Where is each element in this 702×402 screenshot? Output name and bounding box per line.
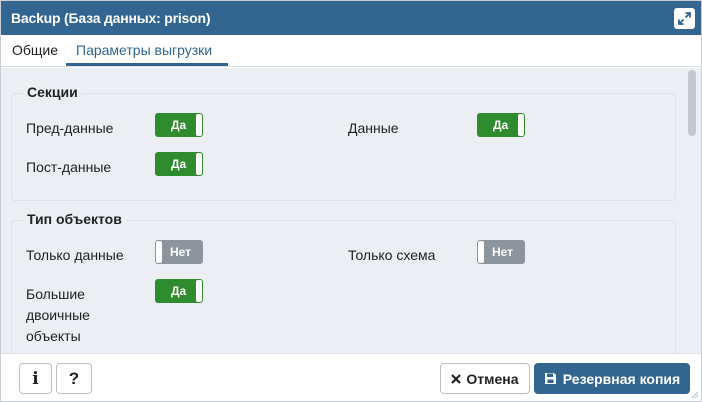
post-data-toggle-text: Да xyxy=(171,157,187,171)
expand-icon xyxy=(678,12,691,25)
blobs-toggle[interactable]: Да xyxy=(155,279,203,303)
pre-data-toggle-text: Да xyxy=(171,118,187,132)
toggle-knob xyxy=(156,241,162,263)
pre-data-label: Пред-данные xyxy=(26,120,114,136)
backup-dialog: Backup (База данных: prison) Общие Парам… xyxy=(0,0,702,402)
blobs-label-line-2: двоичные xyxy=(26,307,90,323)
save-icon xyxy=(544,373,556,384)
toggle-knob xyxy=(196,153,202,175)
data-toggle-text: Да xyxy=(493,118,509,132)
cancel-button[interactable]: Отмена xyxy=(440,363,530,394)
blobs-label-line-1: Большие xyxy=(26,286,85,302)
pre-data-toggle[interactable]: Да xyxy=(155,113,203,137)
blobs-label: Большие двоичные объекты xyxy=(26,284,90,347)
dialog-footer: i ? Отмена Резервная копия xyxy=(1,353,701,401)
post-data-label: Пост-данные xyxy=(26,159,112,175)
help-button[interactable]: ? xyxy=(56,363,92,394)
only-schema-toggle-text: Нет xyxy=(492,245,514,259)
data-toggle[interactable]: Да xyxy=(477,113,525,137)
toggle-knob xyxy=(196,114,202,136)
only-schema-label: Только схема xyxy=(348,247,436,263)
sections-legend: Секции xyxy=(23,84,82,100)
only-data-toggle-text: Нет xyxy=(170,245,192,259)
maximize-button[interactable] xyxy=(674,8,695,29)
vertical-scrollbar[interactable] xyxy=(685,68,699,353)
info-button[interactable]: i xyxy=(19,363,52,394)
only-data-label: Только данные xyxy=(26,247,124,263)
object-types-legend: Тип объектов xyxy=(23,211,126,227)
toggle-knob xyxy=(478,241,484,263)
sections-group xyxy=(11,93,676,201)
options-panel: Секции Пред-данные Да Данные Да Пост-дан… xyxy=(1,68,701,353)
cancel-label: Отмена xyxy=(466,370,519,387)
resize-grip-icon[interactable] xyxy=(691,391,699,399)
scrollbar-thumb[interactable] xyxy=(688,70,696,136)
only-data-toggle[interactable]: Нет xyxy=(155,240,203,264)
help-icon: ? xyxy=(68,368,80,388)
tab-bar: Общие Параметры выгрузки xyxy=(1,35,701,67)
post-data-toggle[interactable]: Да xyxy=(155,152,203,176)
blobs-label-line-3: объекты xyxy=(26,328,81,344)
dialog-titlebar[interactable]: Backup (База данных: prison) xyxy=(1,1,701,35)
object-types-group xyxy=(11,220,676,353)
info-icon: i xyxy=(32,368,39,389)
backup-button[interactable]: Резервная копия xyxy=(534,363,690,394)
tab-general[interactable]: Общие xyxy=(12,42,58,58)
dialog-title: Backup (База данных: prison) xyxy=(11,10,211,26)
toggle-knob xyxy=(196,280,202,302)
toggle-knob xyxy=(518,114,524,136)
backup-label: Резервная копия xyxy=(562,370,681,387)
tab-dump-options[interactable]: Параметры выгрузки xyxy=(76,42,212,58)
close-icon xyxy=(451,373,462,384)
data-label: Данные xyxy=(348,120,399,136)
only-schema-toggle[interactable]: Нет xyxy=(477,240,525,264)
blobs-toggle-text: Да xyxy=(171,284,187,298)
active-tab-indicator xyxy=(66,63,228,66)
